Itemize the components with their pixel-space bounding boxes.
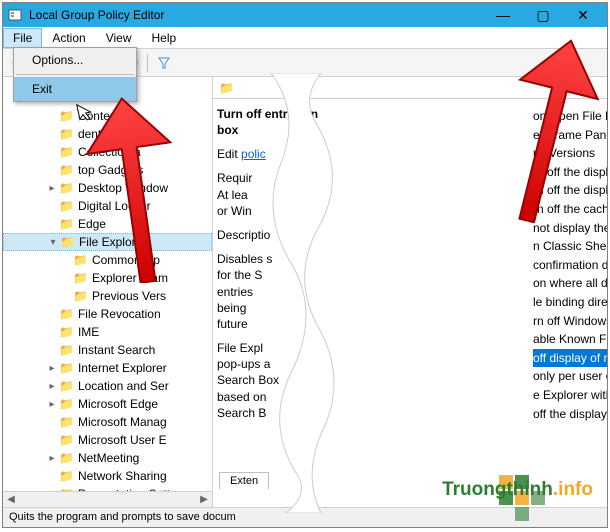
tree-item[interactable]: 📁 File Revocation [3,305,212,323]
window-title: Local Group Policy Editor [29,8,483,22]
tree-item-label: File Revocation [78,307,161,321]
description-body-2: File Expl pop-ups a Search Box based on … [217,340,337,421]
expand-icon[interactable]: ▸ [45,381,59,392]
menu-view[interactable]: View [96,28,142,48]
tab-strip: Exten [219,472,269,489]
folder-icon: 📁 [219,81,234,95]
setting-item[interactable]: n Classic Shell [533,237,607,256]
folder-icon: 📁 [59,145,74,159]
app-icon [7,7,23,23]
tree-item-label: Network Sharing [78,469,167,483]
tree-item[interactable]: 📁 Instant Search [3,341,212,359]
setting-item[interactable]: on where all default Library definition … [533,274,607,293]
expand-icon[interactable]: ▸ [45,399,59,410]
tree-item[interactable]: 📁 Microsoft User E [3,431,212,449]
folder-icon: 📁 [59,433,74,447]
watermark-text: Truongthinh.info [442,479,593,501]
menu-action[interactable]: Action [42,28,95,48]
tree-item-label: Microsoft Manag [78,415,167,429]
expand-icon[interactable]: ▸ [45,183,59,194]
detail-pane: Turn off entries in box Edit polic Requi… [217,107,337,429]
edit-link-row: Edit polic [217,146,337,162]
separator [147,54,148,72]
red-arrow-2 [493,33,603,228]
setting-item[interactable]: only per user or approved shell extensio… [533,367,607,386]
tree-item-label: Microsoft Edge [78,397,158,411]
setting-item[interactable]: able Known Folders [533,330,607,349]
horizontal-scrollbar[interactable]: ◀▶ [3,491,212,507]
folder-icon: 📁 [59,451,74,465]
folder-icon: 📁 [59,217,74,231]
folder-icon: 📁 [59,415,74,429]
tree-item-label: Internet Explorer [78,361,167,375]
menu-help[interactable]: Help [142,28,187,48]
tree-item[interactable]: ▸📁 Microsoft Edge [3,395,212,413]
tree-item-label: Location and Ser [78,379,169,393]
tree-item[interactable]: ▸📁 NetMeeting [3,449,212,467]
detail-heading: Turn off entries in box [217,107,337,138]
folder-icon: 📁 [59,199,74,213]
tree-item[interactable]: ▸📁 Location and Ser [3,377,212,395]
setting-item[interactable]: rn off Windows Libraries features that r… [533,312,607,331]
expand-icon[interactable]: ▾ [46,237,60,248]
close-button[interactable]: ✕ [563,3,603,27]
setting-item[interactable]: e Explorer with ribbon minimized [533,386,607,405]
menu-item-options[interactable]: Options... [14,48,136,72]
folder-icon: 📁 [59,109,74,123]
folder-icon: 📁 [59,469,74,483]
tree-item[interactable]: 📁 IME [3,323,212,341]
setting-item[interactable]: off display of recent search entries in … [533,349,607,368]
folder-icon: 📁 [59,379,74,393]
tree-item[interactable]: ▸📁 Internet Explorer [3,359,212,377]
tree-item-label: Microsoft User E [78,433,167,447]
maximize-button[interactable]: ▢ [523,3,563,27]
policy-setting-link[interactable]: polic [241,147,266,161]
filter-icon[interactable] [154,53,174,73]
folder-icon: 📁 [73,289,88,303]
setting-item[interactable]: le binding directly to IPropertyStoreSet… [533,293,607,312]
setting-item[interactable]: off the display of snippets in Content v… [533,405,607,424]
expand-icon[interactable]: ▸ [45,363,59,374]
folder-icon: 📁 [59,343,74,357]
tree-item-label: Previous Vers [92,289,166,303]
tree-item[interactable]: 📁 Network Sharing [3,467,212,485]
tab-extended[interactable]: Exten [219,472,269,489]
separator [16,74,134,75]
tree-item[interactable]: 📁 Microsoft Manag [3,413,212,431]
titlebar: Local Group Policy Editor — ▢ ✕ [3,3,607,27]
menu-file[interactable]: File [3,28,42,48]
folder-icon: 📁 [59,181,74,195]
requirements: Requir At lea or Win [217,170,337,219]
tree-item-label: Instant Search [78,343,155,357]
setting-item[interactable]: confirmation dialog when deleting files [533,256,607,275]
description-body: Disables s for the S entries being futur… [217,251,337,332]
expand-icon[interactable]: ▸ [45,453,59,464]
folder-icon: 📁 [59,397,74,411]
minimize-button[interactable]: — [483,3,523,27]
tree-item-label: NetMeeting [78,451,139,465]
folder-icon: 📁 [59,361,74,375]
folder-icon: 📁 [59,163,74,177]
folder-icon: 📁 [59,325,74,339]
folder-icon: 📁 [59,307,74,321]
folder-icon: 📁 [59,127,74,141]
tree-item[interactable]: 📁 Previous Vers [3,287,212,305]
description-label: Descriptio [217,227,337,243]
tree-item-label: IME [78,325,99,339]
